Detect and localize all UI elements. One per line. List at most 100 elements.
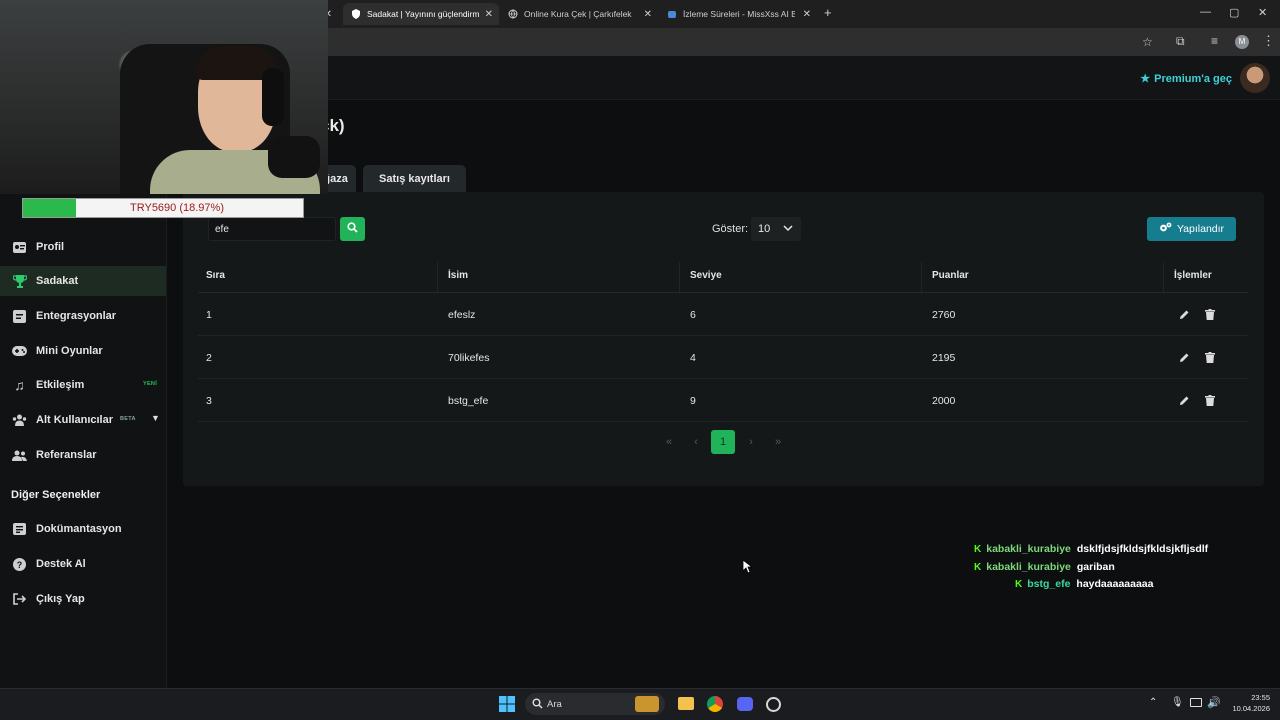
app-icon[interactable] xyxy=(766,697,781,712)
music-icon: ♫ xyxy=(14,377,25,393)
kick-badge-icon: K xyxy=(974,543,982,555)
search-highlight-icon xyxy=(635,696,659,712)
chat-text: dsklfjdsjfkldsjfkldsjkfljsdlf xyxy=(1076,543,1209,555)
close-icon[interactable]: ✕ xyxy=(644,9,652,20)
column-header-rank[interactable]: Sıra xyxy=(206,270,225,281)
delete-icon[interactable] xyxy=(1203,307,1217,321)
browser-tab-izleme[interactable]: İzleme Süreleri - MissXss AI Bot ✕ xyxy=(659,3,817,25)
cell-points: 2000 xyxy=(932,395,956,407)
sidebar-item-alt-kullanicilar[interactable]: Alt Kullanıcılar BETA ▼ xyxy=(0,405,166,435)
close-icon[interactable]: ✕ xyxy=(803,9,811,20)
chevron-down-icon[interactable]: ▼ xyxy=(151,413,160,423)
sidebar-item-destek-al[interactable]: ? Destek Al xyxy=(0,549,166,579)
premium-link[interactable]: ★ Premium'a geç xyxy=(1140,72,1232,86)
pagination-page-1[interactable]: 1 xyxy=(711,430,735,454)
chat-message: K bstg_efe haydaaaaaaaaa xyxy=(1015,578,1154,590)
pagination-prev[interactable]: ‹ xyxy=(684,430,708,454)
windows-start-icon[interactable] xyxy=(499,696,515,717)
sidebar-item-referanslar[interactable]: Referanslar xyxy=(0,440,166,470)
table-row: 2 70likefes 4 2195 xyxy=(198,336,1248,379)
chat-text: haydaaaaaaaaa xyxy=(1076,578,1154,590)
browser-tab-kura[interactable]: Online Kura Çek | Çarkıfelek ✕ xyxy=(500,3,658,25)
sidebar-item-sadakat[interactable]: Sadakat xyxy=(0,266,166,296)
media-icon[interactable]: ≡ xyxy=(1211,34,1218,48)
taskbar-clock[interactable]: 23:55 10.04.2026 xyxy=(1232,692,1270,714)
volume-icon[interactable]: 🔊 xyxy=(1207,696,1221,709)
edit-icon[interactable] xyxy=(1177,307,1191,321)
window-close-icon[interactable]: ✕ xyxy=(1258,6,1267,19)
cell-points: 2195 xyxy=(932,352,956,364)
webcam-overlay xyxy=(0,0,328,194)
new-badge: YENİ xyxy=(143,381,158,387)
user-avatar[interactable] xyxy=(1240,63,1270,93)
more-menu-icon[interactable]: ⋮ xyxy=(1262,33,1275,49)
edit-icon[interactable] xyxy=(1177,393,1191,407)
column-divider xyxy=(921,262,922,292)
sidebar-item-cikis-yap[interactable]: Çıkış Yap xyxy=(0,584,166,614)
star-icon: ★ xyxy=(1140,73,1151,85)
page-size-select[interactable]: 10 xyxy=(751,217,801,241)
sidebar-item-entegrasyonlar[interactable]: Entegrasyonlar xyxy=(0,301,166,331)
search-button[interactable] xyxy=(340,217,365,241)
sidebar-item-dokumantasyon[interactable]: Dokümantasyon xyxy=(0,514,166,544)
maximize-icon[interactable]: ▢ xyxy=(1229,6,1239,19)
column-header-level[interactable]: Seviye xyxy=(690,270,722,281)
sidebar-item-label: Etkileşim xyxy=(36,379,85,391)
column-header-points[interactable]: Puanlar xyxy=(932,270,969,281)
pagination-first[interactable]: « xyxy=(657,430,681,454)
chevron-down-icon xyxy=(783,223,793,236)
display-icon[interactable] xyxy=(1190,698,1202,707)
column-divider xyxy=(437,262,438,292)
delete-icon[interactable] xyxy=(1203,393,1217,407)
sidebar-item-label: Destek Al xyxy=(36,558,86,570)
taskbar-search[interactable]: Ara xyxy=(525,693,665,715)
pagination-next[interactable]: › xyxy=(739,430,763,454)
new-tab-button[interactable]: + xyxy=(824,5,832,20)
close-icon[interactable]: ✕ xyxy=(485,9,493,20)
taskbar-search-placeholder: Ara xyxy=(547,698,562,710)
premium-label: Premium'a geç xyxy=(1154,72,1232,85)
sidebar-item-mini-oyunlar[interactable]: Mini Oyunlar xyxy=(0,336,166,366)
chat-username: kabakli_kurabiye xyxy=(986,561,1071,573)
logout-icon xyxy=(12,592,27,607)
table-row: 3 bstg_efe 9 2000 xyxy=(198,379,1248,422)
delete-icon[interactable] xyxy=(1203,350,1217,364)
configure-button[interactable]: Yapılandır xyxy=(1147,217,1236,241)
configure-label: Yapılandır xyxy=(1176,223,1225,235)
tray-chevron-up-icon[interactable]: ⌃ xyxy=(1149,697,1157,708)
sidebar-item-etkilesim[interactable]: ♫ Etkileşim YENİ xyxy=(0,370,166,400)
microphone-icon[interactable]: 🎙 xyxy=(1171,697,1184,708)
cell-level: 4 xyxy=(690,352,696,364)
section-title-other: Diğer Seçenekler xyxy=(11,489,101,501)
tab-label: Satış kayıtları xyxy=(379,172,450,185)
column-header-actions: İşlemler xyxy=(1174,270,1212,281)
chat-username: kabakli_kurabiye xyxy=(986,543,1071,555)
chrome-icon[interactable] xyxy=(707,696,723,712)
column-header-name[interactable]: İsim xyxy=(448,270,468,281)
pagination-last[interactable]: » xyxy=(766,430,790,454)
id-card-icon xyxy=(12,240,27,255)
file-explorer-icon[interactable] xyxy=(678,697,694,710)
chat-text: gariban xyxy=(1076,561,1115,573)
minimize-icon[interactable]: — xyxy=(1200,6,1211,18)
star-icon[interactable]: ☆ xyxy=(1142,35,1153,49)
browser-tab-sadakat[interactable]: Sadakat | Yayınını güçlendirmek ✕ xyxy=(343,3,499,25)
cell-name: efeslz xyxy=(448,309,476,321)
tab-satis-kayitlari[interactable]: Satış kayıtları xyxy=(363,165,466,192)
sidebar-item-profil[interactable]: Profil xyxy=(0,232,166,262)
globe-icon xyxy=(508,9,518,19)
cell-points: 2760 xyxy=(932,309,956,321)
search-input[interactable] xyxy=(208,217,336,241)
progress-text: TRY5690 (18.97%) xyxy=(130,202,224,214)
sidebar-item-label: Referanslar xyxy=(36,449,97,461)
cell-level: 6 xyxy=(690,309,696,321)
sidebar-item-label: Mini Oyunlar xyxy=(36,345,103,357)
donation-progress-bar: TRY5690 (18.97%) xyxy=(22,198,304,218)
profile-avatar[interactable]: M xyxy=(1235,35,1249,49)
sidebar-item-label: Çıkış Yap xyxy=(36,593,85,605)
kick-badge-icon: K xyxy=(1015,578,1023,590)
extensions-icon[interactable]: ⧉ xyxy=(1176,34,1185,49)
bot-icon xyxy=(667,9,677,19)
discord-icon[interactable] xyxy=(737,697,753,711)
edit-icon[interactable] xyxy=(1177,350,1191,364)
